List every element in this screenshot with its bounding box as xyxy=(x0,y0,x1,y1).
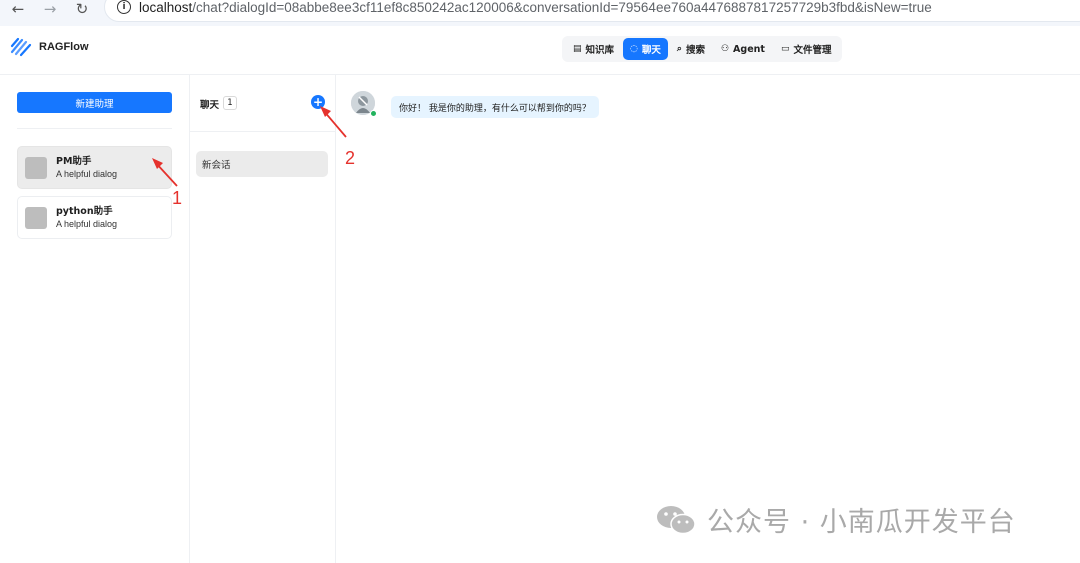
conversation-count-badge: 1 xyxy=(223,96,237,110)
assistant-card-pm[interactable]: PM助手 A helpful dialog xyxy=(17,146,172,189)
assistant-avatar xyxy=(25,156,47,179)
arrow-left-icon: ← xyxy=(11,0,25,18)
reload-icon: ↻ xyxy=(75,0,89,18)
chat-icon: ◌ xyxy=(630,44,638,54)
tab-file-management[interactable]: ▭ 文件管理 xyxy=(774,38,839,60)
assistant-sidebar: 新建助理 PM助手 A helpful dialog python助手 A he… xyxy=(0,75,190,563)
assistant-message: 你好！ 我是你的助理，有什么可以帮到你的吗？ xyxy=(391,96,599,118)
address-bar[interactable]: i localhost/chat?dialogId=08abbe8ee3cf11… xyxy=(104,0,1080,22)
annotation-number-2: 2 xyxy=(345,148,356,168)
arrow-right-icon: → xyxy=(43,0,57,18)
watermark-text: 公众号 · 小南瓜开发平台 xyxy=(707,507,1016,538)
brand-name: RAGFlow xyxy=(39,41,89,53)
assistant-avatar xyxy=(25,206,47,229)
tab-label: 知识库 xyxy=(585,45,615,56)
conversation-panel: 聊天 1 + 新会话 xyxy=(190,75,336,563)
divider xyxy=(190,131,336,132)
tab-search[interactable]: ⌕ 搜索 xyxy=(670,38,712,60)
divider xyxy=(17,128,172,129)
agent-icon: ⚇ xyxy=(720,44,730,54)
online-status-dot xyxy=(370,110,377,117)
tab-label: 搜索 xyxy=(685,45,705,56)
wechat-icon xyxy=(657,505,696,534)
ragflow-logo-icon xyxy=(10,37,32,57)
conversation-item[interactable]: 新会话 xyxy=(196,151,328,177)
conversation-panel-title: 聊天 xyxy=(200,100,220,111)
add-conversation-button[interactable]: + xyxy=(311,95,325,109)
assistant-card-python[interactable]: python助手 A helpful dialog xyxy=(17,196,172,239)
plus-circle-icon: + xyxy=(312,95,324,109)
annotation-number-1: 1 xyxy=(172,188,183,208)
watermark: 公众号 · 小南瓜开发平台 xyxy=(655,500,1016,539)
tab-chat[interactable]: ◌ 聊天 xyxy=(623,38,668,60)
info-icon: i xyxy=(117,0,131,14)
tab-knowledge-base[interactable]: ▤ 知识库 xyxy=(566,38,621,60)
forward-button[interactable]: → xyxy=(35,0,65,22)
tab-agent[interactable]: ⚇ Agent xyxy=(714,38,772,60)
url-path: /chat?dialogId=08abbe8ee3cf11ef8c850242a… xyxy=(192,0,932,15)
folder-icon: ▭ xyxy=(780,44,790,54)
top-nav: ▤ 知识库 ◌ 聊天 ⌕ 搜索 ⚇ Agent ▭ 文件管理 xyxy=(562,36,843,62)
brand[interactable]: RAGFlow xyxy=(10,37,89,57)
back-button[interactable]: ← xyxy=(3,0,33,22)
assistant-description: A helpful dialog xyxy=(56,218,118,229)
chat-area: 你好！ 我是你的助理，有什么可以帮到你的吗？ xyxy=(336,75,1080,563)
database-icon: ▤ xyxy=(573,44,582,54)
app-header: RAGFlow ▤ 知识库 ◌ 聊天 ⌕ 搜索 ⚇ Agent ▭ 文件管理 xyxy=(0,26,1080,75)
browser-toolbar: ← → ↻ i localhost/chat?dialogId=08abbe8e… xyxy=(0,0,1080,26)
assistant-description: A helpful dialog xyxy=(56,168,118,179)
url-host: localhost xyxy=(139,0,193,15)
assistant-name: python助手 xyxy=(56,205,113,217)
search-icon: ⌕ xyxy=(676,44,682,54)
reload-button[interactable]: ↻ xyxy=(67,0,97,22)
tab-label: 文件管理 xyxy=(793,45,832,56)
tab-label: Agent xyxy=(733,43,765,55)
tab-label: 聊天 xyxy=(641,45,661,56)
assistant-name: PM助手 xyxy=(56,155,92,167)
new-assistant-button[interactable]: 新建助理 xyxy=(17,92,172,113)
